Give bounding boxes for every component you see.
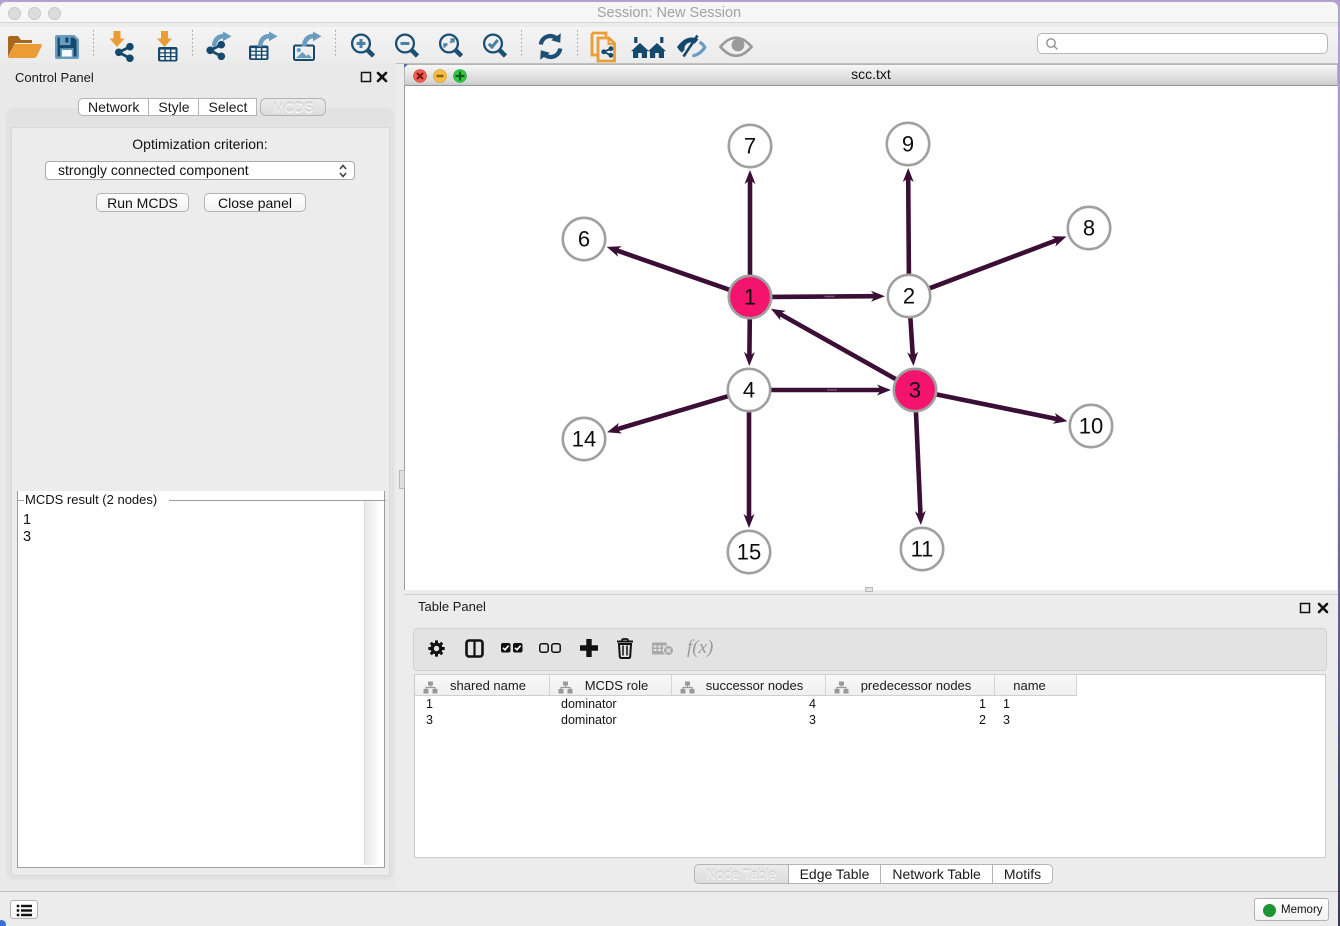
svg-text:3: 3 [909, 378, 921, 403]
svg-text:14: 14 [572, 427, 596, 452]
svg-text:9: 9 [902, 132, 914, 157]
svg-text:15: 15 [737, 540, 761, 565]
svg-text:1: 1 [744, 285, 756, 310]
svg-text:10: 10 [1079, 414, 1103, 439]
svg-text:6: 6 [578, 227, 590, 252]
svg-text:7: 7 [744, 134, 756, 159]
svg-text:4: 4 [743, 378, 755, 403]
svg-text:8: 8 [1083, 216, 1095, 241]
svg-text:11: 11 [911, 537, 934, 562]
svg-text:2: 2 [903, 284, 915, 309]
